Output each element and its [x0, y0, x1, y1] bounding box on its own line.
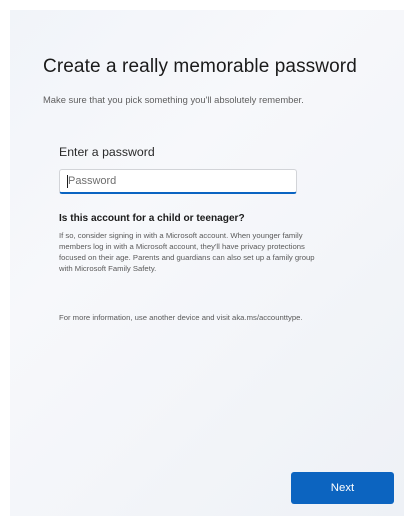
description-line: If so, consider signing in with a Micros…: [59, 231, 303, 240]
description-line: with Microsoft Family Safety.: [59, 264, 157, 273]
child-account-heading: Is this account for a child or teenager?: [59, 213, 245, 224]
more-info-text: For more information, use another device…: [59, 313, 303, 322]
next-button[interactable]: Next: [291, 472, 394, 504]
setup-panel: Create a really memorable password Make …: [10, 10, 404, 516]
child-account-description: If so, consider signing in with a Micros…: [59, 230, 384, 274]
page-title: Create a really memorable password: [43, 56, 357, 77]
password-field[interactable]: [59, 169, 297, 194]
password-input[interactable]: [68, 170, 292, 192]
password-label: Enter a password: [59, 145, 155, 159]
page-subtitle: Make sure that you pick something you'll…: [43, 94, 304, 105]
description-line: members log in with a Microsoft account,…: [59, 242, 305, 251]
description-line: focused on their age. Parents and guardi…: [59, 253, 315, 262]
